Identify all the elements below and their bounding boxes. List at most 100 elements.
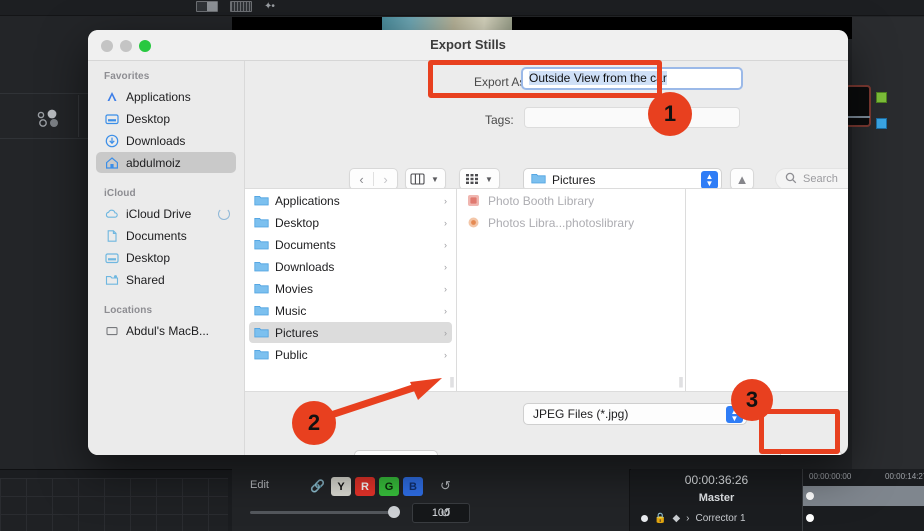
- timeline-node-label: Corrector 1: [695, 513, 746, 524]
- sidebar-item-label: abdulmoiz: [126, 155, 181, 170]
- sidebar-item-applications[interactable]: Applications: [96, 86, 236, 107]
- file-row-desktop[interactable]: Desktop ›: [249, 212, 452, 233]
- folder-icon: [254, 260, 269, 273]
- search-field[interactable]: Search: [775, 168, 848, 190]
- sidebar-item-desktop[interactable]: Desktop: [96, 108, 236, 129]
- file-row-downloads[interactable]: Downloads ›: [249, 256, 452, 277]
- popup-arrows-icon[interactable]: ▲▼: [701, 171, 718, 189]
- file-format-popup[interactable]: JPEG Files (*.jpg) ▲▼: [523, 403, 747, 425]
- group-by-icon[interactable]: [460, 169, 483, 189]
- sidebar-item-label: Shared: [126, 272, 165, 287]
- nodes-icon[interactable]: [30, 109, 70, 129]
- channel-chip-r[interactable]: R: [355, 477, 375, 496]
- navigation-buttons: ‹ ›: [349, 168, 398, 190]
- magic-wand-icon[interactable]: ✦•: [264, 1, 275, 12]
- file-name: Pictures: [275, 325, 319, 340]
- disclosure-icon: ›: [444, 195, 447, 206]
- tags-label: Tags:: [485, 113, 514, 127]
- keyframe-dot[interactable]: [806, 514, 814, 522]
- resolve-timeline-panel: 00:00:36:26 Master 🔒 ◆ › Corrector 1 00:…: [631, 469, 924, 531]
- search-icon: [785, 172, 797, 187]
- browser-column-3[interactable]: [687, 189, 848, 392]
- browser-column-2[interactable]: Photo Booth Library Photos Libra...photo…: [458, 189, 686, 392]
- file-name: Downloads: [275, 259, 335, 274]
- sidebar: Favorites Applications Desktop Downloads: [88, 61, 245, 455]
- link-icon[interactable]: 🔗: [310, 479, 325, 493]
- channel-chip-g[interactable]: G: [379, 477, 399, 496]
- tags-input[interactable]: [524, 107, 740, 128]
- sidebar-item-abdulmoiz[interactable]: abdulmoiz: [96, 152, 236, 173]
- timeline-master-label: Master: [698, 492, 735, 504]
- folder-icon: [254, 216, 269, 229]
- edit-label: Edit: [250, 479, 269, 491]
- column-resize-handle[interactable]: ||: [676, 373, 685, 392]
- chevron-left-icon[interactable]: ‹: [350, 169, 373, 189]
- reset-icon-bottom[interactable]: ↺: [440, 505, 451, 521]
- up-directory-button[interactable]: ▲: [730, 168, 754, 190]
- enable-dot-icon[interactable]: [641, 515, 648, 522]
- sidebar-item-macbook[interactable]: Abdul's MacB...: [96, 320, 236, 341]
- sidebar-item-label: Abdul's MacB...: [126, 323, 209, 338]
- group-by-button[interactable]: ▼: [459, 168, 500, 190]
- resolve-curve-panel: [0, 478, 228, 531]
- folder-icon: [531, 172, 546, 187]
- disclosure-icon: ›: [444, 349, 447, 360]
- sidebar-item-desktop-icloud[interactable]: Desktop: [96, 247, 236, 268]
- opacity-slider-knob[interactable]: [388, 506, 400, 518]
- lock-icon[interactable]: 🔒: [654, 513, 666, 524]
- chevron-down-icon[interactable]: ▼: [429, 175, 445, 184]
- sidebar-item-downloads[interactable]: Downloads: [96, 130, 236, 151]
- chevron-right-icon[interactable]: ›: [374, 169, 397, 189]
- node-output-green[interactable]: [876, 92, 887, 103]
- new-folder-button[interactable]: New Folder: [354, 450, 438, 455]
- sidebar-heading-locations: Locations: [104, 305, 153, 316]
- node-output-blue[interactable]: [876, 118, 887, 129]
- view-mode-button[interactable]: ▼: [405, 168, 446, 190]
- screen: ✦• Edit 🔗 Y R G B ↺ 100 ↺ 00:00:36:26 Ma…: [0, 0, 924, 531]
- file-name: Applications: [275, 193, 340, 208]
- disclosure-icon: ›: [444, 283, 447, 294]
- disclosure-icon[interactable]: ›: [686, 513, 689, 524]
- split-view-icon[interactable]: [196, 1, 218, 12]
- chevron-up-icon[interactable]: ▲: [731, 169, 753, 189]
- disclosure-icon: ›: [444, 327, 447, 338]
- laptop-icon: [104, 323, 119, 338]
- photos-library-icon: [467, 216, 482, 229]
- location-value: Pictures: [552, 172, 596, 187]
- file-name: Public: [275, 347, 308, 362]
- file-row-photos-library[interactable]: Photos Libra...photoslibrary: [462, 212, 681, 233]
- file-row-music[interactable]: Music ›: [249, 300, 452, 321]
- reset-icon-top[interactable]: ↺: [440, 478, 451, 494]
- file-row-movies[interactable]: Movies ›: [249, 278, 452, 299]
- tags-row: Tags:: [245, 105, 848, 140]
- timeline-track-node[interactable]: [803, 510, 924, 528]
- sidebar-item-label: Downloads: [126, 133, 186, 148]
- sidebar-item-shared[interactable]: Shared: [96, 269, 236, 290]
- sidebar-item-icloud-drive[interactable]: iCloud Drive: [96, 203, 236, 224]
- timeline-node-row[interactable]: 🔒 ◆ › Corrector 1: [631, 513, 802, 524]
- timeline-track-master[interactable]: [803, 486, 924, 506]
- channel-chip-y[interactable]: Y: [331, 477, 351, 496]
- keyframe-icon[interactable]: ◆: [672, 513, 680, 524]
- file-row-documents[interactable]: Documents ›: [249, 234, 452, 255]
- file-row-pictures[interactable]: Pictures ›: [249, 322, 452, 343]
- folder-icon: [254, 326, 269, 339]
- channel-chip-b[interactable]: B: [403, 477, 423, 496]
- sidebar-item-documents[interactable]: Documents: [96, 225, 236, 246]
- document-icon: [104, 228, 119, 243]
- opacity-slider[interactable]: [250, 511, 398, 514]
- folder-icon: [254, 282, 269, 295]
- column-view-icon[interactable]: [406, 169, 429, 189]
- dialog-titlebar: Export Stills: [88, 30, 848, 61]
- column-resize-handle[interactable]: ||: [447, 373, 456, 392]
- annotation-arrow-format: [318, 378, 442, 422]
- file-row-public[interactable]: Public ›: [249, 344, 452, 365]
- file-row-photo-booth-library[interactable]: Photo Booth Library: [462, 190, 681, 211]
- color-node[interactable]: [845, 85, 871, 127]
- keyframe-dot[interactable]: [806, 492, 814, 500]
- chevron-down-icon[interactable]: ▼: [483, 175, 499, 184]
- filmstrip-icon[interactable]: [230, 1, 252, 12]
- browser-column-1[interactable]: Applications › Desktop › Documents › Dow…: [245, 189, 457, 392]
- sidebar-heading-icloud: iCloud: [104, 188, 136, 199]
- file-row-applications[interactable]: Applications ›: [249, 190, 452, 211]
